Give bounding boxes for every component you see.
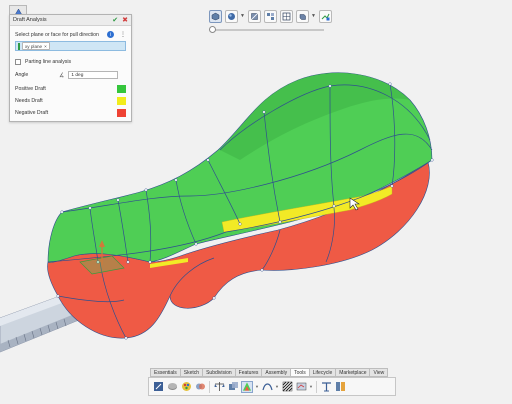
angle-row: Angle ∡ 1 deg: [15, 71, 126, 79]
more-options-icon[interactable]: ⋮: [120, 31, 126, 38]
tab-lifecycle[interactable]: Lifecycle: [308, 368, 336, 377]
tab-features[interactable]: Features: [234, 368, 262, 377]
section-view-button[interactable]: [247, 9, 261, 23]
slider-knob[interactable]: [209, 26, 216, 33]
negative-draft-swatch[interactable]: [117, 109, 126, 117]
angle-label: Angle: [15, 72, 29, 78]
remove-icon[interactable]: ×: [44, 44, 47, 49]
measure-icon: [153, 382, 163, 391]
tab-sketch[interactable]: Sketch: [179, 368, 203, 377]
dimension-icon: [321, 382, 331, 392]
draft-analysis-icon: [242, 382, 252, 391]
view-toolbar: ▼ ▼: [209, 8, 332, 24]
legend-positive-draft: Positive Draft: [15, 85, 126, 93]
toolbar-divider: [316, 380, 317, 393]
info-icon[interactable]: i: [107, 31, 114, 38]
parting-line-checkbox[interactable]: [15, 59, 21, 65]
chevron-down-icon[interactable]: ▼: [311, 13, 316, 19]
chevron-down-icon[interactable]: ▼: [309, 384, 313, 389]
appearance-tool[interactable]: [180, 381, 192, 393]
tab-marketplace[interactable]: Marketplace: [335, 368, 370, 377]
tab-assembly[interactable]: Assembly: [261, 368, 291, 377]
close-icon[interactable]: ✖: [122, 17, 128, 24]
angle-input[interactable]: 1 deg: [68, 71, 119, 79]
chevron-down-icon[interactable]: ▼: [275, 384, 279, 389]
balance-icon: [214, 382, 224, 391]
chevron-down-icon[interactable]: ▼: [255, 384, 259, 389]
sphere-icon: [228, 12, 235, 20]
parting-line-label: Parting line analysis: [25, 59, 72, 65]
measure-tool[interactable]: [152, 381, 164, 393]
analysis-button[interactable]: [318, 9, 332, 23]
curvature-tool[interactable]: [261, 381, 273, 393]
pull-direction-row: Select plane or face for pull direction …: [15, 31, 126, 38]
deviation-tool[interactable]: [295, 381, 307, 393]
deviation-icon: [296, 382, 306, 391]
mass-icon: [167, 383, 177, 390]
curvature-icon: [261, 383, 273, 391]
tab-tools[interactable]: Tools: [290, 368, 309, 377]
mass-properties-tool[interactable]: [166, 381, 178, 393]
angle-icon: ∡: [59, 72, 65, 79]
draft-analysis-panel: Draft Analysis ✔ ✖ Select plane or face …: [9, 14, 132, 122]
ribbon-tabs: Essentials Sketch Subdivision Features A…: [150, 368, 389, 377]
equations-tool[interactable]: [213, 381, 225, 393]
selected-entity-chip[interactable]: xy plane ×: [22, 42, 50, 50]
cube-icon: [211, 12, 220, 20]
pull-direction-label: Select plane or face for pull direction: [15, 31, 99, 38]
compare-tool[interactable]: [334, 381, 346, 393]
interference-tool[interactable]: [194, 381, 206, 393]
tab-essentials[interactable]: Essentials: [150, 368, 180, 377]
tab-view[interactable]: View: [369, 368, 389, 377]
legend-label: Positive Draft: [15, 86, 46, 92]
display-mode-button[interactable]: [279, 9, 293, 23]
analysis-icon: [321, 13, 330, 20]
legend-label: Needs Draft: [15, 98, 43, 104]
toolbar-divider: [209, 380, 210, 393]
pull-direction-selection[interactable]: xy plane ×: [15, 41, 126, 51]
interference-icon: [195, 383, 205, 390]
configurations-tool[interactable]: [227, 381, 239, 393]
selected-entity-label: xy plane: [25, 43, 43, 49]
explode-view-button[interactable]: [263, 9, 277, 23]
legend-needs-draft: Needs Draft: [15, 97, 126, 105]
legend-label: Negative Draft: [15, 110, 49, 116]
draft-analysis-tool[interactable]: [241, 380, 253, 393]
palette-icon: [181, 382, 191, 391]
needs-draft-swatch[interactable]: [117, 97, 126, 105]
panel-header: Draft Analysis ✔ ✖: [10, 15, 131, 26]
zebra-icon: [282, 381, 292, 392]
view-slider[interactable]: [209, 26, 324, 33]
panel-title: Draft Analysis: [13, 17, 47, 23]
compare-icon: [335, 382, 345, 391]
tab-subdivision[interactable]: Subdivision: [202, 368, 235, 377]
zebra-tool[interactable]: [281, 381, 293, 393]
view-cube-button[interactable]: [209, 9, 222, 23]
configure-icon: [228, 382, 238, 390]
chevron-down-icon[interactable]: ▼: [240, 13, 245, 19]
grid-icon: [282, 12, 291, 20]
box-icon: [299, 13, 306, 20]
explode-icon: [266, 12, 274, 20]
gd-and-t-tool[interactable]: [320, 381, 332, 393]
selection-indicator: [18, 42, 20, 50]
ribbon-tools: ▼ ▼ ▼: [148, 377, 396, 396]
section-icon: [250, 12, 259, 20]
legend-negative-draft: Negative Draft: [15, 109, 126, 117]
render-mode-button[interactable]: [225, 9, 238, 23]
check-icon[interactable]: ✔: [112, 17, 118, 24]
visibility-button[interactable]: [295, 9, 309, 23]
parting-line-row: Parting line analysis: [15, 59, 126, 65]
positive-draft-swatch[interactable]: [117, 85, 126, 93]
